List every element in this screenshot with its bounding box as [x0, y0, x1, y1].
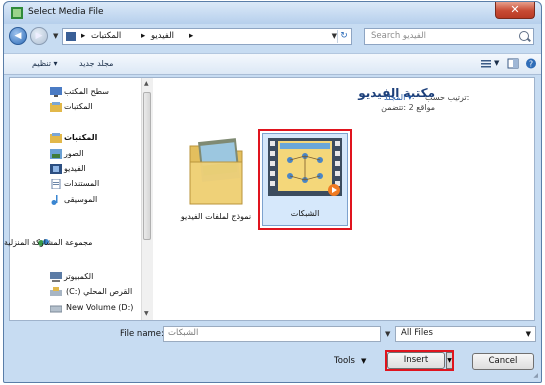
library-locations-link[interactable]: مواقع 2 :تتضمن	[381, 103, 435, 112]
music-icon	[51, 195, 58, 205]
arrange-by-label: ترتيب حسب:	[425, 93, 470, 102]
scroll-thumb[interactable]	[143, 92, 151, 240]
documents-icon	[51, 179, 61, 189]
media-file-icon	[11, 7, 23, 19]
nav-item-drive-c[interactable]: (C:) القرص المحلي	[66, 287, 132, 296]
file-item-sample-videos[interactable]: نموذج لملفات الفيديو	[176, 136, 256, 236]
nav-item-music[interactable]: الموسيقى	[64, 195, 97, 204]
libraries-icon	[50, 102, 62, 112]
file-type-value: All Files	[401, 328, 433, 338]
back-icon[interactable]: ◀	[9, 27, 27, 45]
crumb-separator-icon[interactable]: ▸	[81, 31, 85, 41]
nav-item-computer[interactable]: الكمبيوتر	[64, 272, 93, 281]
file-name-input[interactable]: الشبكات	[163, 326, 381, 342]
breadcrumb-video[interactable]: الفيديو	[151, 31, 174, 41]
new-folder-button[interactable]: مجلد جديد	[79, 59, 113, 68]
scroll-up-icon[interactable]: ▲	[144, 80, 149, 87]
title-bar: Select Media File ✕	[4, 2, 541, 24]
window-title: Select Media File	[28, 7, 104, 17]
svg-text:?: ?	[529, 60, 533, 69]
nav-item-video[interactable]: الفيديو	[64, 164, 86, 173]
navigation-pane: سطح المكتب المكتبات المكتبات الصور الفيد…	[4, 78, 153, 320]
organize-button[interactable]: تنظيم ▾	[32, 59, 58, 68]
refresh-icon[interactable]: ↻	[337, 30, 350, 43]
forward-icon[interactable]: ▶	[30, 27, 48, 45]
file-type-select[interactable]: All Files ▼	[395, 326, 536, 342]
recent-pages-dropdown-icon[interactable]: ▼	[53, 32, 58, 40]
nav-item-libraries[interactable]: المكتبات	[64, 133, 97, 142]
file-label: نموذج لملفات الفيديو	[180, 212, 252, 221]
desktop-icon	[50, 87, 62, 97]
command-bar: تنظيم ▾ مجلد جديد ▼ ?	[4, 53, 541, 75]
tools-button[interactable]: Tools ▼	[334, 356, 366, 366]
nav-item-desktop[interactable]: سطح المكتب	[64, 87, 109, 96]
nav-item-documents[interactable]: المستندات	[64, 179, 99, 188]
pictures-icon	[50, 149, 62, 159]
insert-highlight-annotation	[385, 350, 454, 371]
drive-icon	[50, 305, 62, 313]
nav-item-libraries-recent[interactable]: المكتبات	[64, 102, 93, 111]
dialog-footer: File name: الشبكات ▼ All Files ▼ Tools ▼ …	[4, 324, 541, 382]
help-icon[interactable]: ?	[525, 58, 537, 69]
search-icon[interactable]	[519, 31, 529, 41]
nav-item-drive-d[interactable]: New Volume (D:)	[66, 303, 133, 312]
view-dropdown-icon[interactable]: ▼	[494, 59, 499, 67]
scroll-down-icon[interactable]: ▼	[144, 310, 149, 317]
tools-label: Tools	[334, 356, 355, 366]
address-row: ◀ ▶ ▼ ▸ المكتبات ▸ الفيديو ▸ ▼ ↻ Search …	[4, 24, 541, 50]
libraries-icon	[50, 133, 62, 143]
nav-item-pictures[interactable]: الصور	[64, 149, 84, 158]
video-library-icon	[66, 32, 76, 41]
nav-item-homegroup[interactable]: مجموعة المشاركة المنزلية	[4, 238, 92, 247]
crumb-separator-icon[interactable]: ▸	[189, 31, 193, 41]
chevron-down-icon: ▼	[525, 330, 531, 338]
search-input[interactable]: Search الفيديو	[364, 28, 534, 45]
close-button[interactable]: ✕	[495, 2, 535, 19]
computer-icon	[50, 272, 62, 282]
file-name-dropdown-icon[interactable]: ▼	[385, 330, 390, 338]
selection-highlight-annotation	[258, 129, 352, 230]
chevron-down-icon: ▼	[360, 357, 367, 365]
crumb-separator-icon[interactable]: ▸	[141, 31, 145, 41]
cancel-button[interactable]: Cancel	[472, 353, 534, 370]
address-bar[interactable]: ▸ المكتبات ▸ الفيديو ▸ ▼ ↻	[62, 28, 352, 45]
breadcrumb-libraries[interactable]: المكتبات	[91, 31, 121, 41]
resize-grip-icon[interactable]: ◢	[533, 372, 538, 379]
dialog-window: Select Media File ✕ ◀ ▶ ▼ ▸ المكتبات ▸ ا…	[3, 1, 542, 383]
preview-pane-icon[interactable]	[507, 58, 519, 69]
folder-icon	[189, 138, 243, 205]
search-placeholder: Search الفيديو	[371, 31, 426, 41]
video-icon	[50, 164, 62, 174]
nav-scrollbar[interactable]: ▲ ▼	[141, 78, 153, 320]
drive-icon	[50, 287, 62, 296]
file-name-label: File name:	[120, 329, 164, 339]
arrange-by-dropdown[interactable]: المجلد ▾	[384, 93, 412, 102]
view-options-icon[interactable]	[480, 58, 492, 69]
